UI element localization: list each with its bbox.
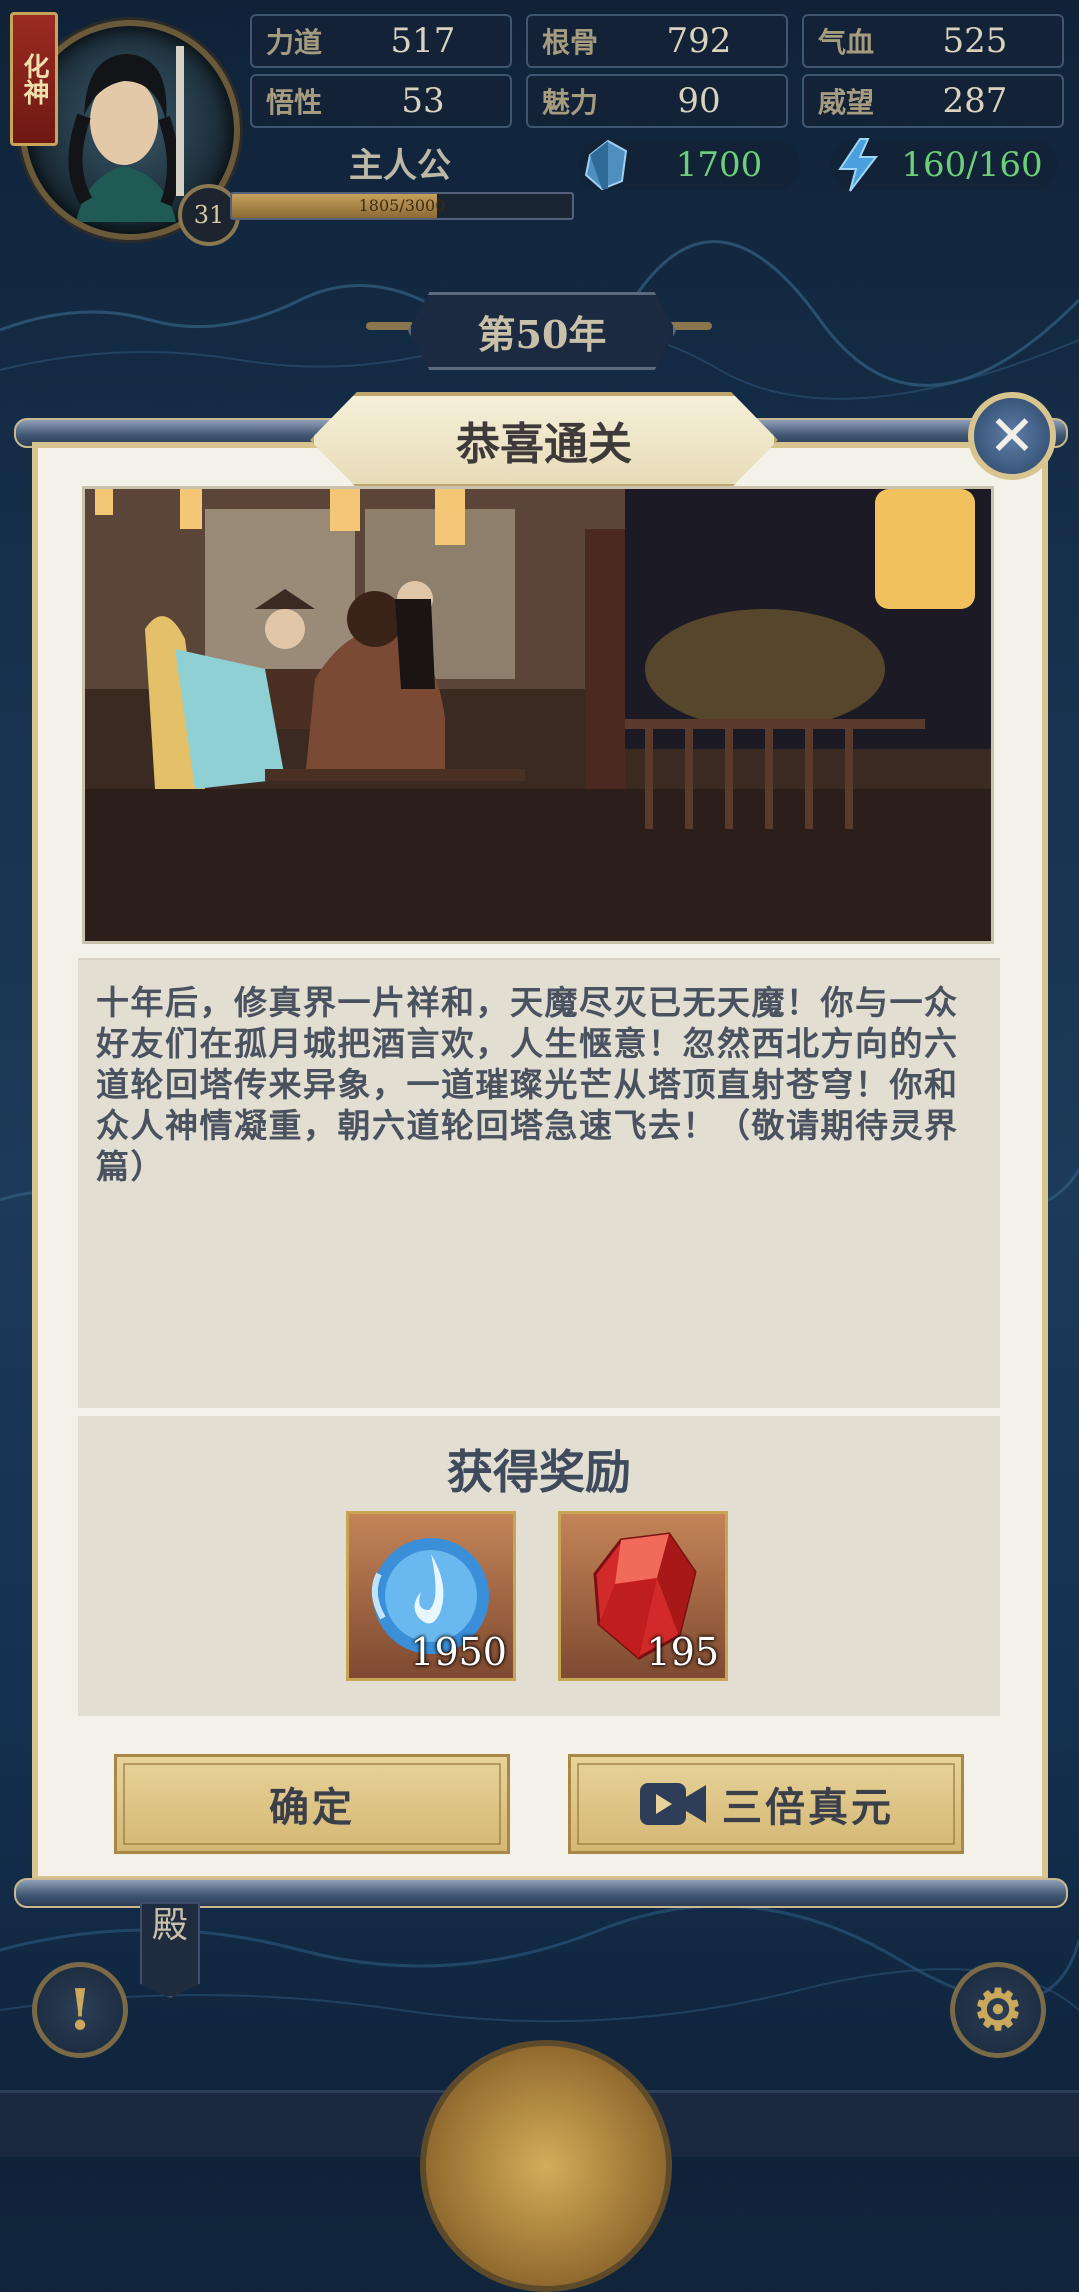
notice-button[interactable]: ! xyxy=(32,1962,128,2058)
stat-vitality: 气血 525 xyxy=(802,14,1064,68)
stat-charm: 魅力 90 xyxy=(526,74,788,128)
top-hud: 化神 31 力道 517 根骨 792 气血 525 悟性 53 魅力 90 威… xyxy=(0,0,1079,246)
tavern-scene-image xyxy=(85,489,991,941)
stat-value: 287 xyxy=(942,81,1008,121)
stat-prestige: 威望 287 xyxy=(802,74,1064,128)
rewards-title: 获得奖励 xyxy=(447,1445,631,1499)
gear-icon: ⚙ xyxy=(972,1977,1024,2043)
center-emblem-button[interactable] xyxy=(420,2040,672,2292)
player-name: 主人公 xyxy=(349,146,451,186)
energy-amount: 160/160 xyxy=(901,145,1043,185)
stat-value: 90 xyxy=(677,81,721,121)
confirm-button[interactable]: 确定 xyxy=(114,1754,510,1854)
story-illustration xyxy=(82,486,994,944)
exclamation-icon: ! xyxy=(67,1977,93,2043)
reward-item-spirit-flame[interactable]: 1950 xyxy=(346,1511,516,1681)
realm-rank-tag: 化神 xyxy=(10,12,58,146)
stat-label: 气血 xyxy=(817,26,874,59)
xp-text: 1805/3000 xyxy=(358,196,446,215)
story-text-box[interactable]: 十年后，修真界一片祥和，天魔尽灭已无天魔！你与一众好友们在孤月城把酒言欢，人生惬… xyxy=(78,958,1000,1408)
story-text: 十年后，修真界一片祥和，天魔尽灭已无天魔！你与一众好友们在孤月城把酒言欢，人生惬… xyxy=(96,983,959,1186)
stat-value: 517 xyxy=(390,21,456,61)
reward-count: 195 xyxy=(646,1630,719,1674)
triple-reward-video-button[interactable]: 三倍真元 xyxy=(568,1754,964,1854)
stat-strength: 力道 517 xyxy=(250,14,512,68)
crystal-amount: 1700 xyxy=(675,145,763,185)
stat-constitution: 根骨 792 xyxy=(526,14,788,68)
year-banner: 第50年 xyxy=(408,292,676,370)
lightning-icon xyxy=(838,138,879,192)
confirm-label: 确定 xyxy=(269,1784,355,1831)
rewards-section: 获得奖励 1950 195 xyxy=(78,1416,1000,1716)
stat-label: 悟性 xyxy=(265,86,322,119)
close-icon: ✕ xyxy=(988,403,1036,469)
stat-label: 魅力 xyxy=(541,86,598,119)
settings-button[interactable]: ⚙ xyxy=(950,1962,1046,2058)
crystal-counter[interactable]: 1700 xyxy=(578,139,800,191)
stat-label: 威望 xyxy=(817,86,874,119)
reward-count: 1950 xyxy=(410,1630,507,1674)
reward-item-red-crystal[interactable]: 195 xyxy=(558,1511,728,1681)
energy-counter[interactable]: 160/160 xyxy=(830,138,1058,192)
xp-bar: 1805/3000 xyxy=(230,192,574,220)
stat-value: 792 xyxy=(666,21,732,61)
close-button[interactable]: ✕ xyxy=(968,392,1056,480)
stat-comprehension: 悟性 53 xyxy=(250,74,512,128)
stat-value: 53 xyxy=(401,81,445,121)
video-camera-icon xyxy=(640,1783,706,1825)
crystal-icon xyxy=(584,139,628,191)
stat-value: 525 xyxy=(942,21,1008,61)
hall-tag[interactable]: 殿 xyxy=(140,1902,200,1998)
stat-label: 根骨 xyxy=(541,26,598,59)
banner-rod-left xyxy=(366,322,414,330)
triple-reward-label: 三倍真元 xyxy=(722,1784,894,1831)
stat-label: 力道 xyxy=(265,26,322,59)
dialog-title: 恭喜通关 xyxy=(310,392,778,488)
